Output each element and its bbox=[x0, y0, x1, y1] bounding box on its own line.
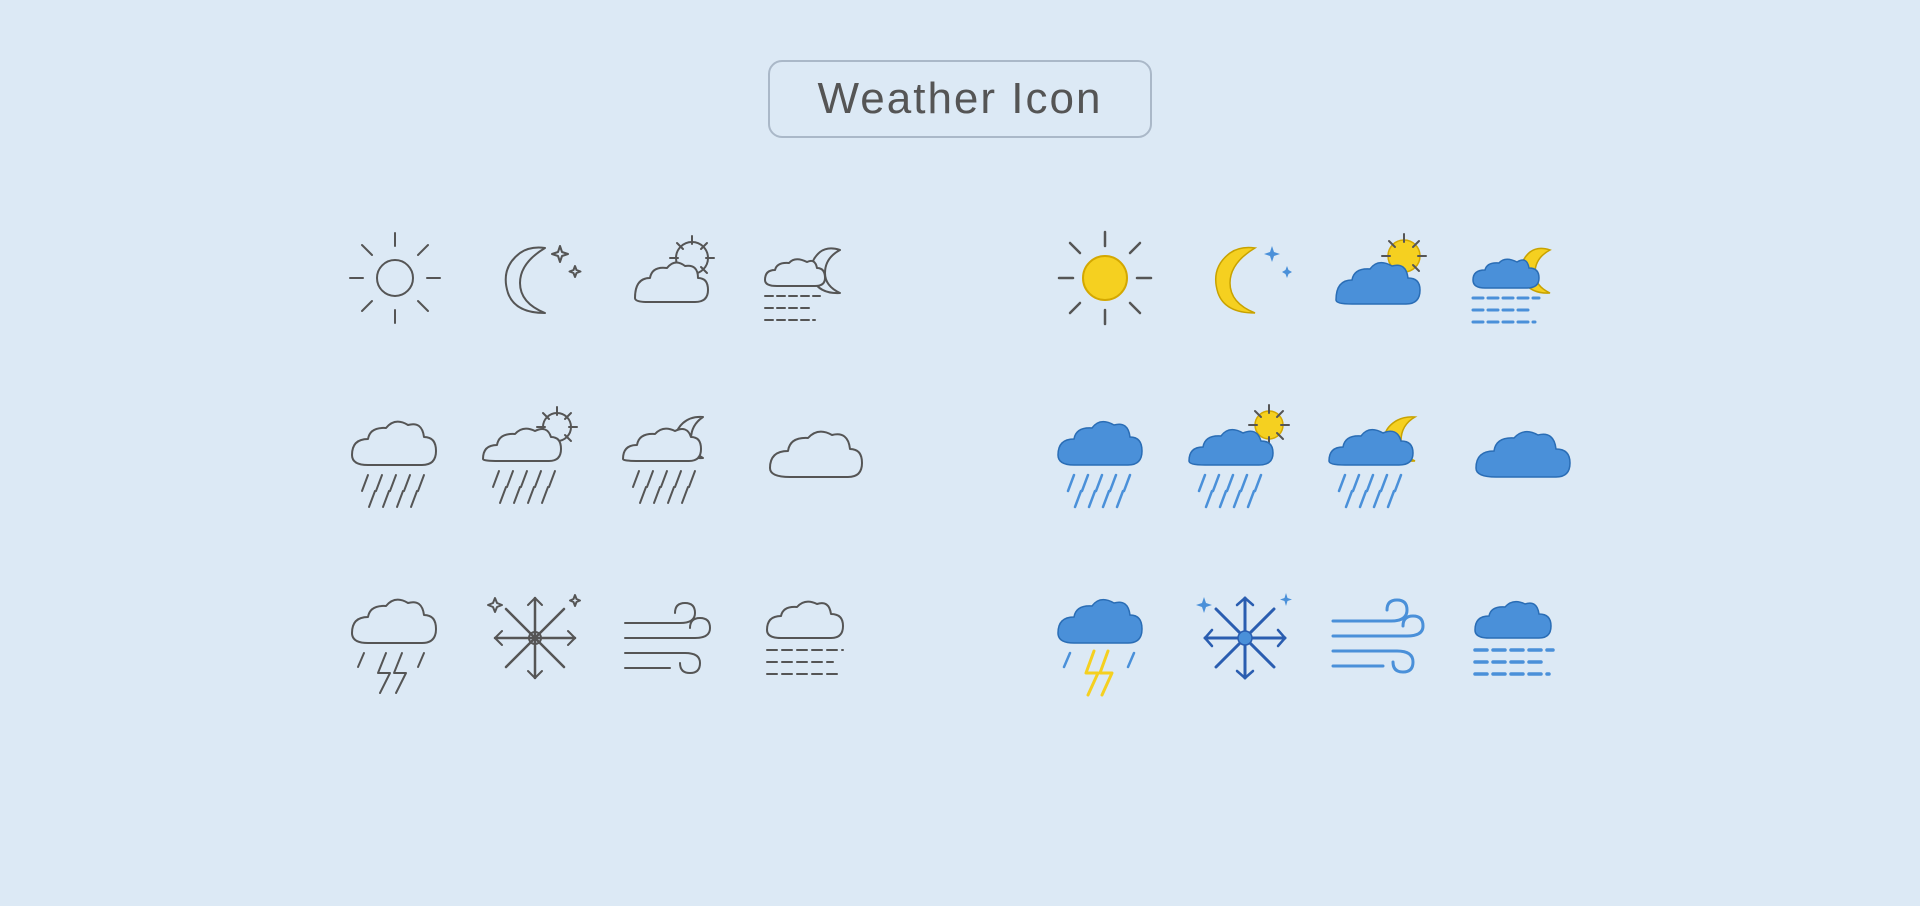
color-wind-icon bbox=[1320, 558, 1450, 718]
outline-cloud-sun-icon bbox=[610, 198, 740, 358]
color-rain-sun-icon bbox=[1180, 378, 1310, 538]
color-cloud-icon bbox=[1460, 378, 1590, 538]
color-fog-icon bbox=[1460, 558, 1590, 718]
color-thunder-icon bbox=[1040, 558, 1170, 718]
outline-thunder-icon bbox=[330, 558, 460, 718]
outline-wind-icon bbox=[610, 558, 740, 718]
icons-section bbox=[330, 198, 1590, 718]
page-title-box: Weather Icon bbox=[768, 60, 1153, 138]
outline-cloud-icon bbox=[750, 378, 880, 538]
color-sun-icon bbox=[1040, 198, 1170, 358]
color-rain-moon-icon bbox=[1320, 378, 1450, 538]
outline-fog-night-icon bbox=[750, 198, 880, 358]
outline-grid bbox=[330, 198, 880, 718]
outline-sun-icon bbox=[330, 198, 460, 358]
outline-rain-moon-icon bbox=[610, 378, 740, 538]
color-snow-icon bbox=[1180, 558, 1310, 718]
color-fog-night-icon bbox=[1460, 198, 1590, 358]
page-title: Weather Icon bbox=[818, 74, 1103, 123]
outline-rain-icon bbox=[330, 378, 460, 538]
outline-snow-icon bbox=[470, 558, 600, 718]
outline-fog-icon bbox=[750, 558, 880, 718]
outline-moon-stars-icon bbox=[470, 198, 600, 358]
color-moon-stars-icon bbox=[1180, 198, 1310, 358]
outline-rain-sun-icon bbox=[470, 378, 600, 538]
color-rain-icon bbox=[1040, 378, 1170, 538]
color-cloud-sun-icon bbox=[1320, 198, 1450, 358]
color-grid bbox=[1040, 198, 1590, 718]
